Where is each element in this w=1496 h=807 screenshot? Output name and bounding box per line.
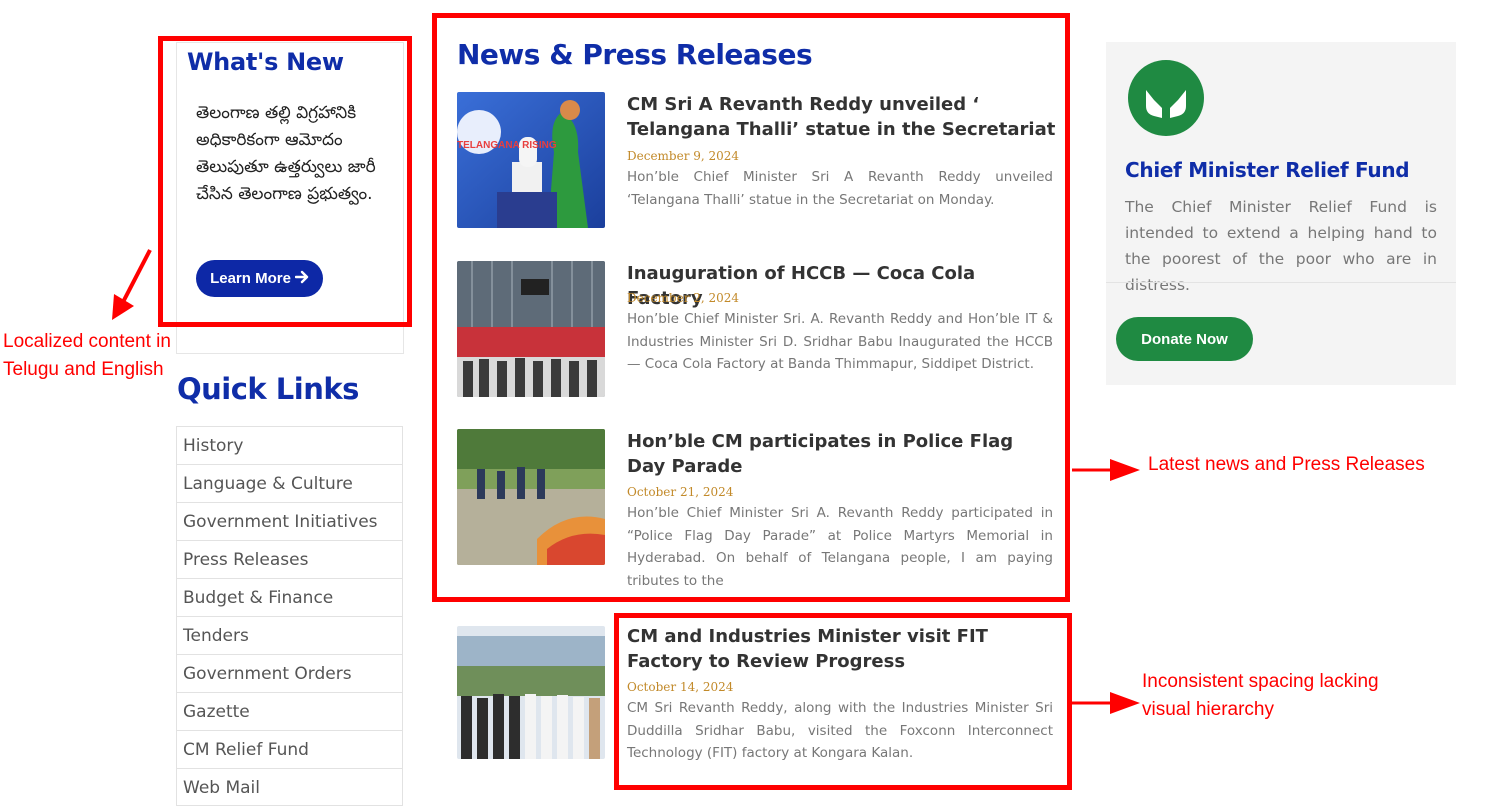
news-thumbnail[interactable] (457, 626, 605, 759)
annotation-arrow-down (112, 249, 152, 320)
divider (1106, 282, 1456, 283)
quick-link-tenders[interactable]: Tenders (176, 616, 403, 654)
annotation-localized: Localized content in Telugu and English (3, 331, 171, 380)
annotation-box-news (432, 13, 1070, 602)
annotation-latest-news: Latest news and Press Releases (1148, 454, 1425, 475)
annotation-box-whats-new (158, 36, 412, 327)
quick-link-government-initiatives[interactable]: Government Initiatives (176, 502, 403, 540)
annotation-box-spacing (614, 613, 1072, 790)
annotation-spacing: Inconsistent spacing lacking visual hier… (1142, 671, 1379, 720)
quick-links-title: Quick Links (177, 372, 359, 406)
quick-links-list: History Language & Culture Government In… (176, 426, 403, 806)
quick-link-cm-relief-fund[interactable]: CM Relief Fund (176, 730, 403, 768)
quick-link-language-culture[interactable]: Language & Culture (176, 464, 403, 502)
quick-link-press-releases[interactable]: Press Releases (176, 540, 403, 578)
quick-link-web-mail[interactable]: Web Mail (176, 768, 403, 806)
quick-link-gazette[interactable]: Gazette (176, 692, 403, 730)
annotation-arrow-left-news (1072, 459, 1140, 481)
quick-link-budget-finance[interactable]: Budget & Finance (176, 578, 403, 616)
donate-now-button[interactable]: Donate Now (1116, 317, 1253, 361)
relief-fund-title: Chief Minister Relief Fund (1125, 158, 1410, 182)
quick-link-government-orders[interactable]: Government Orders (176, 654, 403, 692)
quick-link-history[interactable]: History (176, 426, 403, 464)
annotation-arrow-left-spacing (1072, 692, 1140, 714)
helping-hands-icon (1128, 60, 1204, 136)
